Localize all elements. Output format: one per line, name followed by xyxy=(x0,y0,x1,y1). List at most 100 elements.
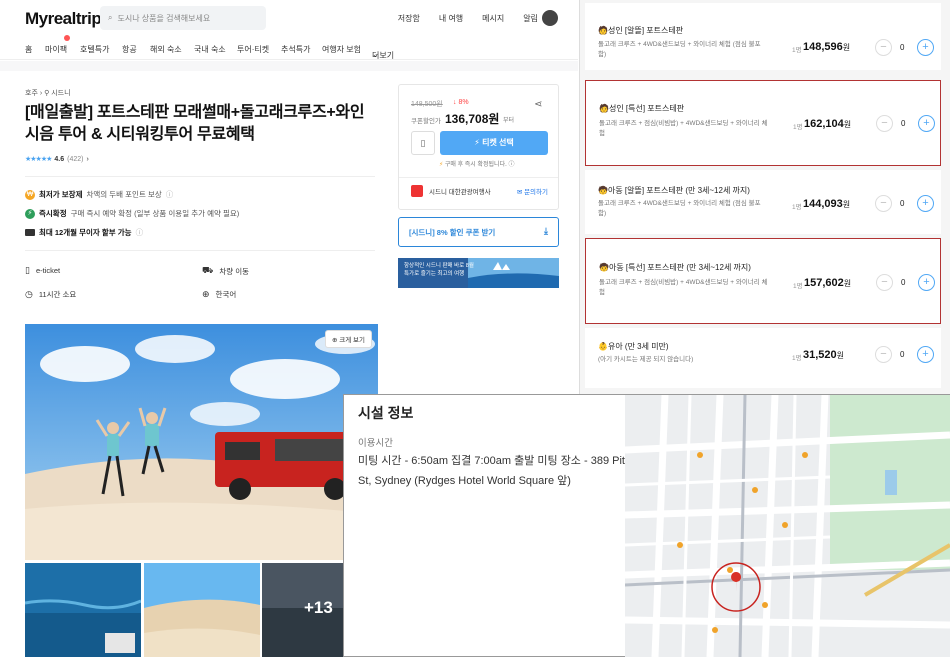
bookmark-icon: ▯ xyxy=(420,138,426,148)
adult-icon: 🧑 xyxy=(599,104,609,113)
promo-banner[interactable]: 항상적인 시드니 판매 바로 8월 특가로 즐기는 최고의 여행 xyxy=(398,258,559,288)
nav-overseas-stay[interactable]: 해외 숙소 xyxy=(150,44,182,55)
chevron-down-icon: ⌄ xyxy=(372,50,379,59)
banner-text: 항상적인 시드니 판매 바로 8월 특가로 즐기는 최고의 여행 xyxy=(404,263,474,277)
avatar[interactable] xyxy=(542,10,558,26)
option-name: 🧑성인 [특선] 포트스테판 xyxy=(599,104,685,113)
unit-label: 1명 xyxy=(792,355,802,362)
decrease-button[interactable]: − xyxy=(876,274,893,291)
baby-icon: 👶 xyxy=(598,342,608,351)
nav-mypack[interactable]: 마이팩 xyxy=(45,44,67,55)
divider xyxy=(25,250,375,251)
facility-subtitle: 이용시간 xyxy=(358,438,393,449)
unit-label: 1명 xyxy=(793,124,803,131)
rating[interactable]: ★★★★★ 4.6 (422) › xyxy=(25,155,89,164)
quantity: 0 xyxy=(900,43,905,52)
option-price: 144,093원 xyxy=(803,198,851,210)
nav-tours-tickets[interactable]: 투어·티켓 xyxy=(237,44,269,55)
lightning-icon: ⚡ xyxy=(439,162,444,168)
nav-flights[interactable]: 항공 xyxy=(122,44,137,55)
nav-home[interactable]: 홈 xyxy=(25,44,32,55)
breadcrumb-city[interactable]: 시드니 xyxy=(51,90,70,97)
decrease-button[interactable]: − xyxy=(876,115,893,132)
option-name: 🧒아동 [특선] 포트스테판 (만 3세~12세 까지) xyxy=(599,263,751,272)
quantity: 0 xyxy=(900,350,905,359)
main-photo[interactable]: ⊕ 크게 보기 xyxy=(25,324,378,560)
divider-band xyxy=(0,61,578,71)
spec-duration: ◷ 11시간 소요 xyxy=(25,289,77,299)
card-icon xyxy=(25,229,35,236)
ticket-icon: ▯ xyxy=(25,265,30,275)
thumbnail-2[interactable] xyxy=(144,563,260,657)
ticket-options-panel: 🧑성인 [알뜰] 포트스테판 돌고래 크루즈 + 4WD&샌드보딩 + 와이너리… xyxy=(579,0,950,395)
globe-icon: ⊕ xyxy=(202,289,210,299)
messages-link[interactable]: 메시지 xyxy=(482,13,504,24)
review-count: (422) xyxy=(67,155,84,163)
decrease-button[interactable]: − xyxy=(875,195,892,212)
sale-price: 136,708원 xyxy=(445,112,500,126)
option-desc: 돌고래 크루즈 + 점심(비빔밥) + 4WD&샌드보딩 + 와이너리 체험 xyxy=(599,120,768,137)
zoom-button[interactable]: ⊕ 크게 보기 xyxy=(325,330,372,348)
zoom-icon: ⊕ xyxy=(332,337,338,344)
unit-label: 1명 xyxy=(792,47,802,54)
top-bar: Myrealtrip ⌕ 도시나 상품을 검색해보세요 저장함 내 여행 메시지… xyxy=(0,0,578,36)
nav-hotel-deals[interactable]: 호텔특가 xyxy=(80,44,109,55)
option-price: 162,104원 xyxy=(804,118,852,130)
search-input[interactable]: ⌕ 도시나 상품을 검색해보세요 xyxy=(100,6,266,30)
option-price: 157,602원 xyxy=(804,277,852,289)
option-desc: 돌고래 크루즈 + 4WD&샌드보딩 + 와이너리 체험 (점심 불포함) xyxy=(598,200,761,217)
facility-text: 미팅 시간 - 6:50am 집결 7:00am 출발 미팅 장소 - 389 … xyxy=(358,455,629,487)
price-suffix: 부터 xyxy=(503,118,515,124)
decrease-button[interactable]: − xyxy=(875,346,892,363)
child-icon: 🧒 xyxy=(599,263,609,272)
share-icon[interactable]: ⋖ xyxy=(534,99,542,110)
location-map[interactable] xyxy=(625,395,950,657)
feature-installment: 최대 12개월 무이자 할부 가능 ⓘ xyxy=(25,227,143,238)
quantity: 0 xyxy=(901,119,906,128)
download-icon: ⤓ xyxy=(544,226,548,236)
adult-icon: 🧑 xyxy=(598,26,608,35)
inquiry-button[interactable]: ✉ 문의하기 xyxy=(517,186,548,196)
increase-button[interactable]: + xyxy=(918,274,935,291)
increase-button[interactable]: + xyxy=(917,346,934,363)
my-trips-link[interactable]: 내 여행 xyxy=(439,13,463,24)
increase-button[interactable]: + xyxy=(917,195,934,212)
logo[interactable]: Myrealtrip xyxy=(25,9,102,29)
option-card: 🧒아동 [알뜰] 포트스테판 (만 3세~12세 까지) 돌고래 크루즈 + 4… xyxy=(585,170,941,234)
saved-link[interactable]: 저장함 xyxy=(398,13,420,24)
select-ticket-button[interactable]: ⚡ 티켓 선택 xyxy=(440,131,548,155)
lightning-icon: ⚡ xyxy=(25,208,35,219)
increase-button[interactable]: + xyxy=(917,39,934,56)
option-card-highlighted: 🧑성인 [특선] 포트스테판 돌고래 크루즈 + 점심(비빔밥) + 4WD&샌… xyxy=(585,80,941,166)
spec-transport: ⛟ 차량 이동 xyxy=(202,265,250,276)
option-card-highlighted: 🧒아동 [특선] 포트스테판 (만 3세~12세 까지) 돌고래 크루즈 + 점… xyxy=(585,238,941,324)
spec-language: ⊕ 한국어 xyxy=(202,289,237,299)
notifications-link[interactable]: 알림 xyxy=(523,13,538,24)
increase-button[interactable]: + xyxy=(918,115,935,132)
bookmark-button[interactable]: ▯ xyxy=(411,131,435,155)
original-price: 148,500원 xyxy=(411,101,443,108)
option-desc: 돌고래 크루즈 + 4WD&샌드보딩 + 와이너리 체험 (점심 불포함) xyxy=(598,41,761,58)
agency-row: 시드니 대한관광여행사 ✉ 문의하기 xyxy=(411,185,548,197)
option-desc: (아기 카시트는 제공 되지 않습니다) xyxy=(598,356,694,363)
nav-domestic-stay[interactable]: 국내 숙소 xyxy=(194,44,226,55)
breadcrumb-country[interactable]: 호주 xyxy=(25,90,38,97)
decrease-button[interactable]: − xyxy=(875,39,892,56)
option-card: 👶유아 (만 3세 미만) (아기 카시트는 제공 되지 않습니다) 1명 31… xyxy=(585,328,941,388)
nav-insurance[interactable]: 여행자 보험 xyxy=(322,44,361,55)
rating-value: 4.6 xyxy=(54,155,65,163)
coupon-download-button[interactable]: [시드니] 8% 할인 쿠폰 받기 ⤓ xyxy=(398,217,559,247)
more-photos-count[interactable]: +13 xyxy=(304,598,333,618)
facility-info-panel: 시설 정보 이용시간 미팅 시간 - 6:50am 집결 7:00am 출발 미… xyxy=(343,394,950,657)
child-icon: 🧒 xyxy=(598,186,608,195)
unit-label: 1명 xyxy=(792,204,802,211)
breadcrumb: 호주 › ⚲ 시드니 xyxy=(25,88,71,98)
car-icon: ⛟ xyxy=(202,265,214,275)
nav-chuseok-deals[interactable]: 추석특가 xyxy=(281,44,310,55)
search-icon: ⌕ xyxy=(108,13,113,22)
divider xyxy=(25,176,375,177)
discount-rate: ↓ 8% xyxy=(453,99,469,106)
thumbnail-1[interactable] xyxy=(25,563,141,657)
dune-photo xyxy=(144,563,260,657)
unit-label: 1명 xyxy=(793,283,803,290)
